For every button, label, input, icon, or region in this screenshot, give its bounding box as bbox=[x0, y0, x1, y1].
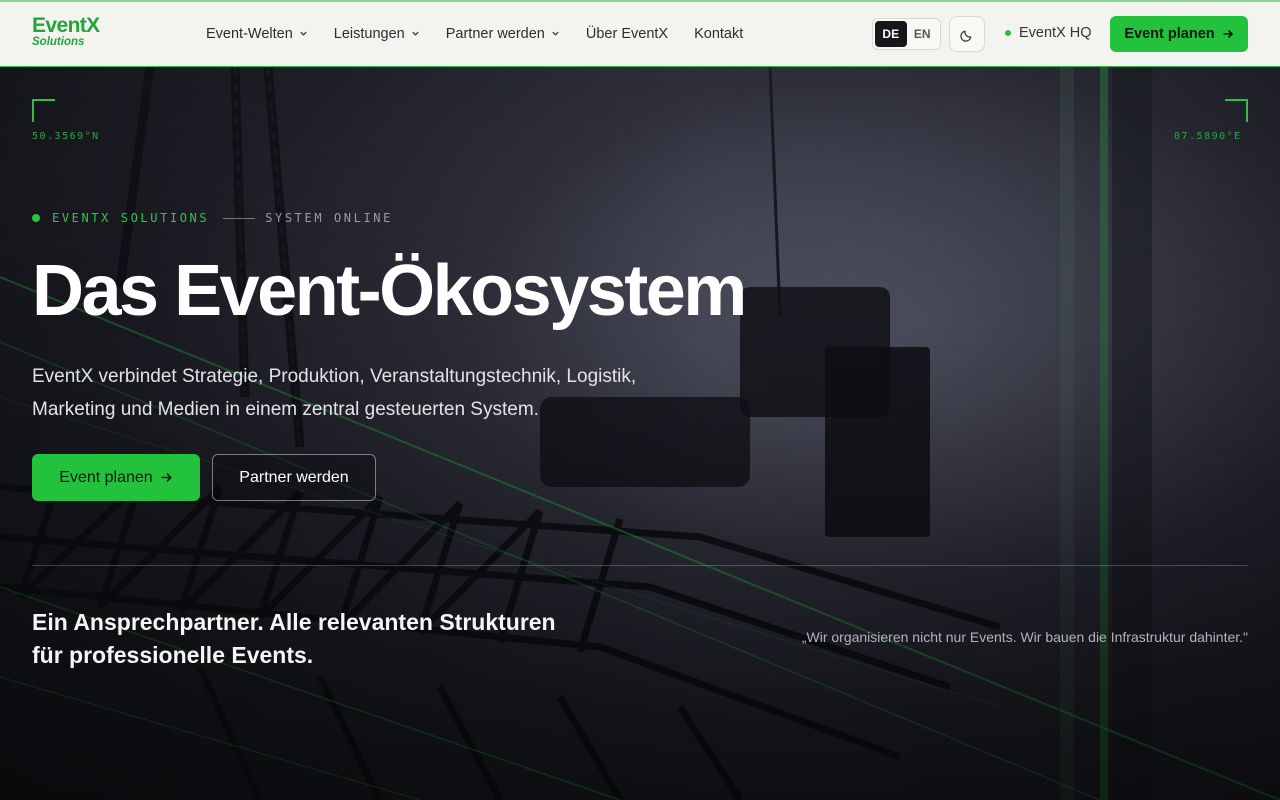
online-dot-icon bbox=[32, 214, 40, 222]
nav-item-leistungen[interactable]: Leistungen bbox=[334, 26, 420, 42]
hero-title: Das Event-Ökosystem bbox=[32, 251, 747, 331]
event-planen-header-button[interactable]: Event planen bbox=[1110, 16, 1248, 52]
main-nav: Event-Welten Leistungen Partner werden Ü… bbox=[206, 0, 769, 67]
site-header: EventX Solutions Event-Welten Leistungen… bbox=[0, 0, 1280, 67]
corner-bracket-top-right bbox=[1225, 99, 1248, 122]
nav-item-label: Event-Welten bbox=[206, 25, 293, 42]
nav-item-ueber-eventx[interactable]: Über EventX bbox=[586, 26, 668, 42]
hero-tagline: Ein Ansprechpartner. Alle relevanten Str… bbox=[32, 609, 556, 668]
coordinate-longitude: 07.5890°E bbox=[1174, 131, 1242, 142]
event-planen-button[interactable]: Event planen bbox=[32, 454, 200, 501]
logo[interactable]: EventX Solutions bbox=[32, 15, 100, 49]
nav-item-label: Kontakt bbox=[694, 25, 744, 42]
hero-section: 50.3569°N 07.5890°E EVENTX SOLUTIONS SYS… bbox=[0, 67, 1280, 800]
hero-eyebrow: EVENTX SOLUTIONS SYSTEM ONLINE bbox=[32, 211, 393, 225]
arrow-right-icon bbox=[1223, 29, 1233, 39]
nav-item-partner-werden[interactable]: Partner werden bbox=[446, 26, 560, 42]
moon-icon bbox=[959, 30, 971, 42]
hero-overlay bbox=[0, 67, 1280, 800]
nav-item-label: Partner werden bbox=[445, 25, 545, 42]
nav-item-label: Über EventX bbox=[585, 25, 669, 42]
eyebrow-separator bbox=[223, 217, 256, 219]
eyebrow-status: SYSTEM ONLINE bbox=[265, 211, 393, 225]
logo-name: EventX bbox=[32, 14, 100, 37]
logo-subtitle: Solutions bbox=[32, 36, 85, 48]
partner-werden-button[interactable]: Partner werden bbox=[212, 454, 376, 501]
hq-status: EventX HQ bbox=[1005, 25, 1092, 41]
language-switcher: DE EN bbox=[872, 18, 941, 50]
hero-quote: „Wir organisieren nicht nur Events. Wir … bbox=[801, 629, 1248, 645]
theme-toggle-button[interactable] bbox=[949, 16, 985, 52]
language-de-button[interactable]: DE bbox=[875, 21, 907, 47]
primary-button-label: Event planen bbox=[59, 468, 153, 486]
nav-item-event-welten[interactable]: Event-Welten bbox=[206, 26, 308, 42]
chevron-down-icon bbox=[300, 31, 307, 36]
nav-item-kontakt[interactable]: Kontakt bbox=[694, 26, 743, 42]
cta-label: Event planen bbox=[1124, 26, 1215, 42]
arrow-right-icon bbox=[161, 473, 172, 482]
eyebrow-brand: EVENTX SOLUTIONS bbox=[52, 211, 210, 225]
coordinate-latitude: 50.3569°N bbox=[32, 131, 100, 142]
chevron-down-icon bbox=[552, 31, 559, 36]
chevron-down-icon bbox=[412, 31, 419, 36]
status-dot-icon bbox=[1005, 30, 1011, 36]
corner-bracket-top-left bbox=[32, 99, 55, 122]
hero-divider bbox=[32, 565, 1248, 566]
hero-lead: EventX verbindet Strategie, Produktion, … bbox=[32, 366, 637, 420]
hq-status-label: EventX HQ bbox=[1019, 25, 1092, 41]
nav-item-label: Leistungen bbox=[333, 25, 405, 42]
language-en-button[interactable]: EN bbox=[907, 21, 939, 47]
